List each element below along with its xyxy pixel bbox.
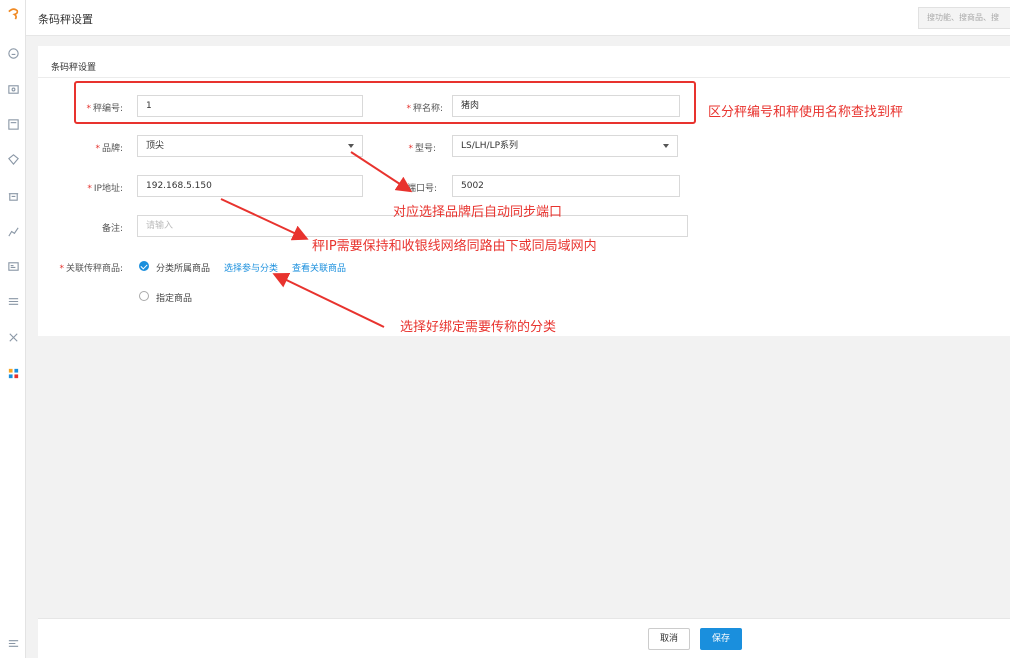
chevron-down-icon	[663, 144, 669, 148]
view-related-goods-link[interactable]: 查看关联商品	[292, 261, 346, 274]
home-icon[interactable]	[6, 46, 20, 60]
remark-label: 备注:	[101, 224, 123, 234]
goods-icon[interactable]	[6, 117, 20, 131]
related-goods-label: * 关联传秤商品:	[59, 264, 123, 274]
ip-label: * IP地址:	[87, 184, 123, 194]
annotation-category-note: 选择好绑定需要传称的分类	[400, 320, 557, 335]
model-select[interactable]: LS/LH/LP系列	[452, 135, 678, 157]
specific-goods-option[interactable]: 指定商品	[156, 291, 192, 304]
annotation-port-note: 对应选择品牌后自动同步端口	[393, 205, 563, 220]
shop-icon[interactable]	[6, 188, 20, 202]
cashier-icon[interactable]	[6, 82, 20, 96]
report-icon[interactable]	[6, 224, 20, 238]
top-bar: 条码秤设置 搜功能、搜商品、搜	[26, 0, 1010, 36]
port-input[interactable]: 5002	[452, 175, 680, 197]
collapse-icon[interactable]	[6, 636, 20, 650]
global-search-input[interactable]: 搜功能、搜商品、搜	[918, 7, 1010, 29]
logo-icon[interactable]	[6, 6, 20, 20]
ip-input[interactable]: 192.168.5.150	[137, 175, 363, 197]
annotation-ip-note: 秤IP需要保持和收银线网络同路由下或同局域网内	[312, 239, 597, 254]
port-label: 端口号:	[406, 184, 437, 194]
specific-goods-radio[interactable]	[139, 291, 149, 301]
member-icon[interactable]	[6, 152, 20, 166]
annotation-highlight-box	[74, 81, 696, 124]
settings-icon[interactable]	[6, 294, 20, 308]
footer-bar: 取消 保存	[38, 618, 1010, 658]
brand-label: * 品牌:	[95, 144, 123, 154]
select-category-link[interactable]: 选择参与分类	[224, 261, 278, 274]
annotation-name-note: 区分秤编号和秤使用名称查找到秤	[708, 105, 904, 120]
category-goods-radio[interactable]	[139, 261, 149, 271]
save-button[interactable]: 保存	[700, 628, 742, 650]
page-title: 条码秤设置	[38, 13, 93, 26]
brand-select[interactable]: 顶尖	[137, 135, 363, 157]
card-icon[interactable]	[6, 259, 20, 273]
sidebar	[0, 0, 26, 658]
section-title: 条码秤设置	[51, 63, 97, 73]
tools-icon[interactable]	[6, 330, 20, 344]
model-label: * 型号:	[408, 144, 436, 154]
category-goods-option[interactable]: 分类所属商品	[156, 261, 210, 274]
cancel-button[interactable]: 取消	[648, 628, 690, 650]
apps-icon[interactable]	[6, 366, 20, 380]
section-divider	[38, 77, 1010, 78]
